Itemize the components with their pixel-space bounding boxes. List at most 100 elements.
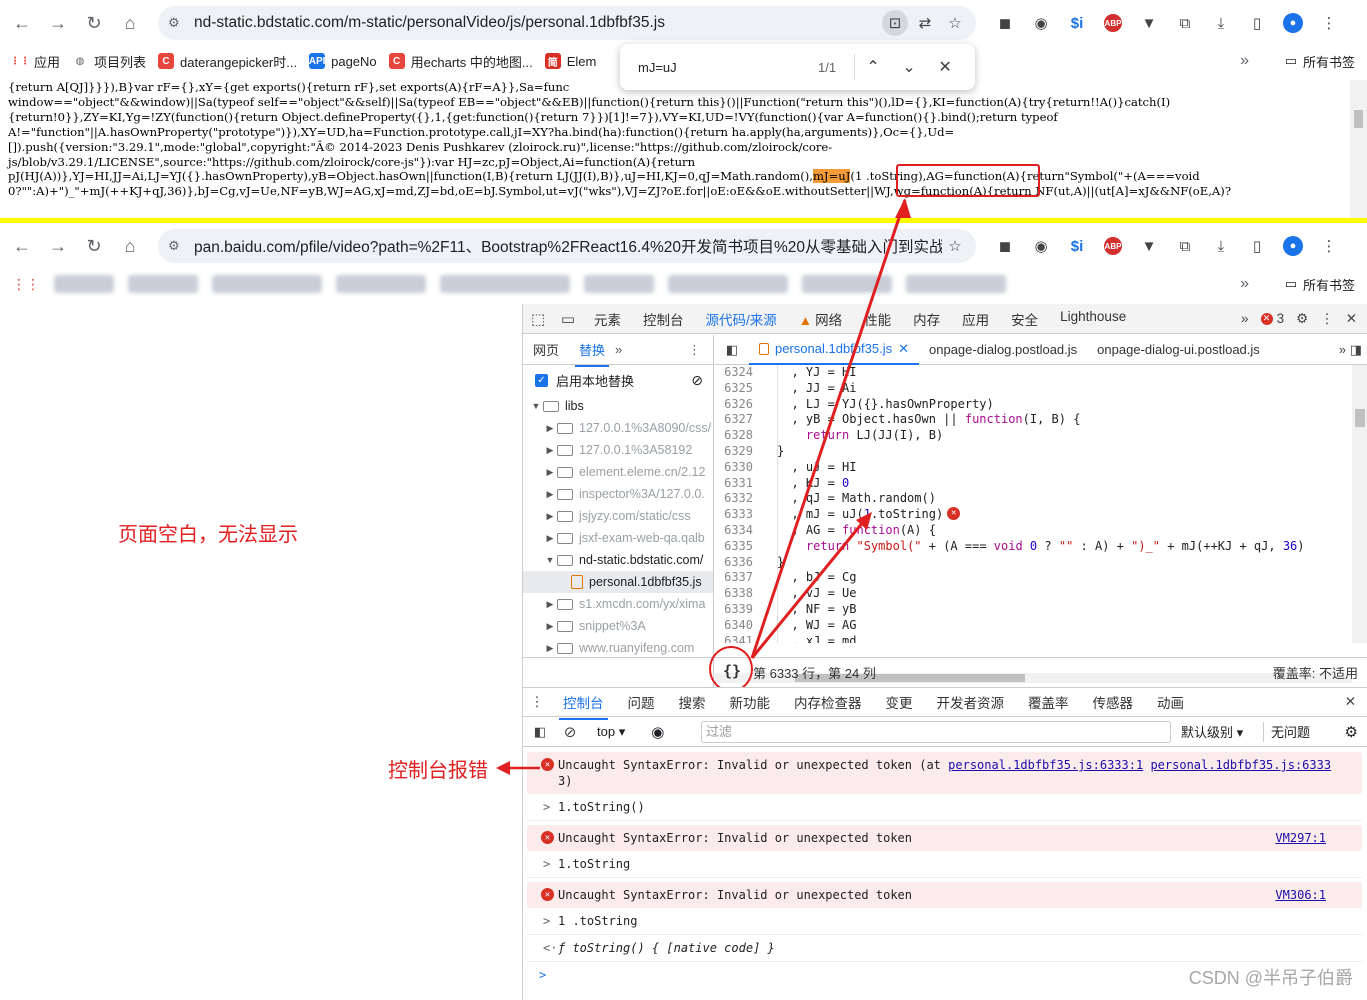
inspect-icon[interactable]: ⬚ [523, 310, 553, 328]
caret-right-icon[interactable]: ▶ [543, 511, 557, 522]
star-icon[interactable]: ☆ [942, 10, 968, 36]
close-icon[interactable]: ✕ [1346, 311, 1357, 327]
line-number[interactable]: 6340 [715, 618, 761, 634]
all-bookmarks[interactable]: ▭ 所有书签 [1285, 275, 1355, 294]
line-number[interactable]: 6330 [715, 460, 761, 476]
more-tabs-icon[interactable]: » [615, 342, 622, 357]
line-number[interactable]: 6333 [715, 507, 761, 523]
enable-overrides-row[interactable]: ✓ 启用本地替换 ⊘ [523, 365, 713, 395]
extension-icon[interactable]: ◼ [990, 231, 1020, 261]
chevron-right-icon[interactable]: » [1240, 52, 1249, 70]
translate-icon[interactable]: ⇄ [912, 10, 938, 36]
chevron-right-icon[interactable]: » [1240, 275, 1249, 293]
back-icon[interactable]: ← [4, 228, 40, 264]
eye-icon[interactable]: ◉ [651, 723, 664, 741]
code-view[interactable]: 6324 , YJ = HI 6325 , JJ = Ai 6326 , LJ = … [715, 365, 1352, 643]
bookmark-item[interactable]: ◍ 项目列表 [72, 52, 146, 71]
blurred-bookmark[interactable] [212, 275, 322, 293]
devtools-tab[interactable]: 安全 [1000, 309, 1049, 329]
tree-file-item[interactable]: personal.1dbfbf35.js [523, 571, 713, 593]
gear-icon[interactable]: ⚙ [1296, 311, 1308, 327]
url-text[interactable]: nd-static.bdstatic.com/m-static/personal… [194, 14, 882, 32]
puzzle-icon[interactable]: ⧉ [1170, 231, 1200, 261]
checkbox-checked-icon[interactable]: ✓ [535, 373, 548, 387]
chevron-up-icon[interactable]: ⌃ [855, 57, 891, 77]
line-number[interactable]: 6328 [715, 428, 761, 444]
home-icon[interactable]: ⌂ [112, 228, 148, 264]
adblock-icon[interactable]: ABP [1098, 8, 1128, 38]
source-link[interactable]: personal.1dbfbf35.js:6333 [1150, 758, 1331, 772]
line-number[interactable]: 6329 [715, 444, 761, 460]
side-panel-icon[interactable]: ▯ [1242, 231, 1272, 261]
drawer-tab[interactable]: 问题 [616, 692, 667, 712]
drawer-tab[interactable]: 控制台 [551, 692, 616, 720]
blurred-bookmark[interactable] [584, 275, 654, 293]
site-info-icon[interactable]: ⚙ [168, 238, 190, 254]
devtools-tab[interactable]: 源代码/来源 [695, 309, 788, 329]
editor-tab-onpage-dialog[interactable]: onpage-dialog.postload.js [919, 342, 1087, 357]
drawer-tab[interactable]: 变更 [874, 692, 925, 712]
line-number[interactable]: 6327 [715, 412, 761, 428]
reload-icon[interactable]: ↻ [76, 5, 112, 41]
clear-icon[interactable]: ⊘ [691, 372, 703, 389]
source-link[interactable]: personal.1dbfbf35.js:6333:1 [948, 758, 1143, 772]
drawer-tab[interactable]: 覆盖率 [1016, 692, 1081, 712]
blurred-bookmark[interactable] [440, 275, 570, 293]
bookmark-item[interactable]: ⋮⋮ 应用 [10, 52, 60, 71]
site-info-icon[interactable]: ⚙ [168, 15, 190, 31]
tree-folder-item[interactable]: ▶ jsxf-exam-web-qa.qalb [523, 527, 713, 549]
line-number[interactable]: 6324 [715, 365, 761, 381]
line-number[interactable]: 6337 [715, 570, 761, 586]
blurred-bookmark[interactable] [802, 275, 892, 293]
tab-page[interactable]: 网页 [523, 340, 569, 359]
extension-icon[interactable]: ◼ [990, 8, 1020, 38]
caret-down-icon[interactable]: ▼ [529, 401, 543, 411]
address-bar[interactable]: ⚙ nd-static.bdstatic.com/m-static/person… [158, 6, 976, 40]
devtools-tab[interactable]: 内存 [902, 309, 951, 329]
dollar-extension-icon[interactable]: $i [1062, 8, 1092, 38]
line-number[interactable]: 6336 [715, 555, 761, 571]
close-icon[interactable]: ✕ [898, 341, 909, 357]
error-icon[interactable]: ✕ [947, 507, 961, 521]
drawer-tab[interactable]: 传感器 [1081, 692, 1146, 712]
reload-icon[interactable]: ↻ [76, 228, 112, 264]
avatar[interactable]: ● [1278, 8, 1308, 38]
tree-folder-item[interactable]: ▼ libs [523, 395, 713, 417]
kebab-menu-icon[interactable]: ⋮ [1320, 311, 1334, 327]
tree-folder-item[interactable]: ▶ www.ruanyifeng.com [523, 637, 713, 659]
caret-right-icon[interactable]: ▶ [543, 489, 557, 500]
star-icon[interactable]: ☆ [942, 233, 968, 259]
drawer-tab[interactable]: 新功能 [718, 692, 783, 712]
extension-icon[interactable]: ◉ [1026, 8, 1056, 38]
line-number[interactable]: 6325 [715, 381, 761, 397]
caret-right-icon[interactable]: ▶ [543, 599, 557, 610]
caret-right-icon[interactable]: ▶ [543, 621, 557, 632]
bookmark-item[interactable]: Cdaterangepicker时... [158, 52, 297, 71]
dollar-extension-icon[interactable]: $i [1062, 231, 1092, 261]
caret-right-icon[interactable]: ▶ [543, 533, 557, 544]
tree-folder-item[interactable]: ▶ element.eleme.cn/2.12 [523, 461, 713, 483]
puzzle-icon[interactable]: ⧉ [1170, 8, 1200, 38]
caret-right-icon[interactable]: ▶ [543, 445, 557, 456]
toggle-navigator-icon[interactable]: ◧ [715, 342, 749, 358]
back-icon[interactable]: ← [4, 5, 40, 41]
line-number[interactable]: 6338 [715, 586, 761, 602]
tree-folder-item[interactable]: ▶ 127.0.0.1%3A8090/css/ [523, 417, 713, 439]
drawer-tab[interactable]: 开发者资源 [925, 692, 1017, 712]
bookmark-item[interactable]: API pageNo [309, 53, 377, 69]
console-filter-input[interactable]: 过滤 [701, 721, 1171, 743]
adblock-icon[interactable]: ABP [1098, 231, 1128, 261]
tree-folder-item[interactable]: ▶ inspector%3A/127.0.0. [523, 483, 713, 505]
line-number[interactable]: 6326 [715, 397, 761, 413]
line-number[interactable]: 6331 [715, 476, 761, 492]
address-bar[interactable]: ⚙ pan.baidu.com/pfile/video?path=%2F11、B… [158, 229, 976, 263]
issues-count[interactable]: 无问题 [1271, 722, 1310, 741]
menu-icon[interactable]: ⋮ [1314, 231, 1344, 261]
find-icon[interactable]: ⊡ [882, 10, 908, 36]
chevron-down-icon[interactable]: ⌄ [891, 57, 927, 77]
vertical-scrollbar[interactable] [1352, 365, 1367, 643]
sidebar-toggle-icon[interactable]: ◧ [523, 724, 557, 740]
line-number[interactable]: 6341 [715, 634, 761, 643]
blurred-bookmark[interactable] [906, 275, 1006, 293]
error-count-badge[interactable]: ✕ 3 [1260, 311, 1284, 326]
